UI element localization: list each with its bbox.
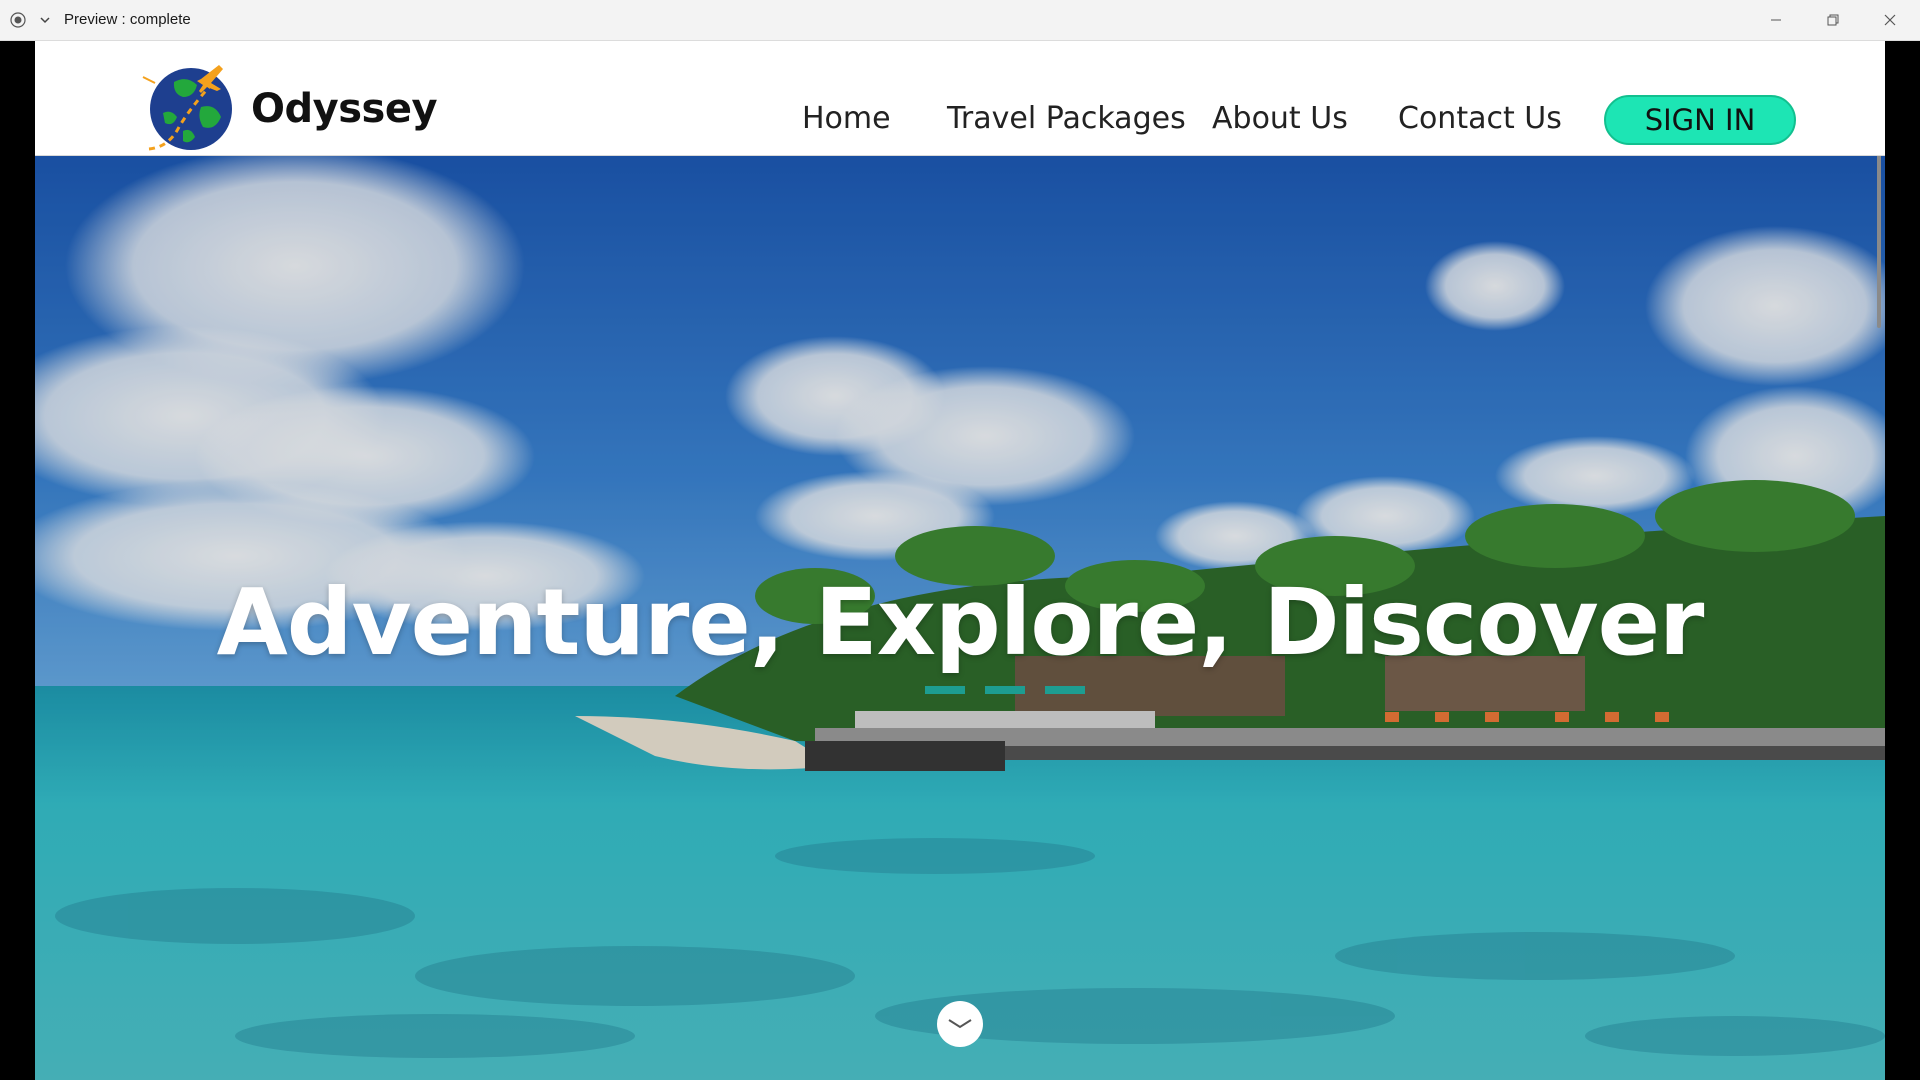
close-icon[interactable] bbox=[1880, 10, 1900, 30]
site-header: Odyssey Home Travel Packages About Us Co… bbox=[35, 41, 1885, 156]
hero-headline: Adventure, Explore, Discover bbox=[216, 569, 1705, 676]
chevron-down-icon[interactable] bbox=[39, 14, 51, 26]
minimize-icon[interactable] bbox=[1766, 10, 1786, 30]
web-page: Odyssey Home Travel Packages About Us Co… bbox=[35, 41, 1885, 1080]
nav-contact-us[interactable]: Contact Us bbox=[1398, 101, 1562, 136]
globe-with-airplane-icon[interactable] bbox=[139, 57, 239, 153]
right-gutter bbox=[1885, 41, 1920, 1080]
brand-name[interactable]: Odyssey bbox=[251, 86, 438, 132]
hero-section: Adventure, Explore, Discover bbox=[35, 156, 1885, 1080]
sign-in-button[interactable]: SIGN IN bbox=[1604, 95, 1796, 145]
nav-about-us[interactable]: About Us bbox=[1212, 101, 1348, 136]
chevron-down-icon bbox=[948, 1019, 972, 1029]
record-icon[interactable] bbox=[10, 12, 26, 28]
window-titlebar: Preview : complete bbox=[0, 0, 1920, 41]
window-title: Preview : complete bbox=[64, 11, 191, 28]
nav-home[interactable]: Home bbox=[802, 101, 891, 136]
scroll-down-button[interactable] bbox=[937, 1001, 983, 1047]
restore-icon[interactable] bbox=[1823, 10, 1843, 30]
nav-travel-packages[interactable]: Travel Packages bbox=[947, 101, 1186, 136]
left-gutter bbox=[0, 41, 35, 1080]
